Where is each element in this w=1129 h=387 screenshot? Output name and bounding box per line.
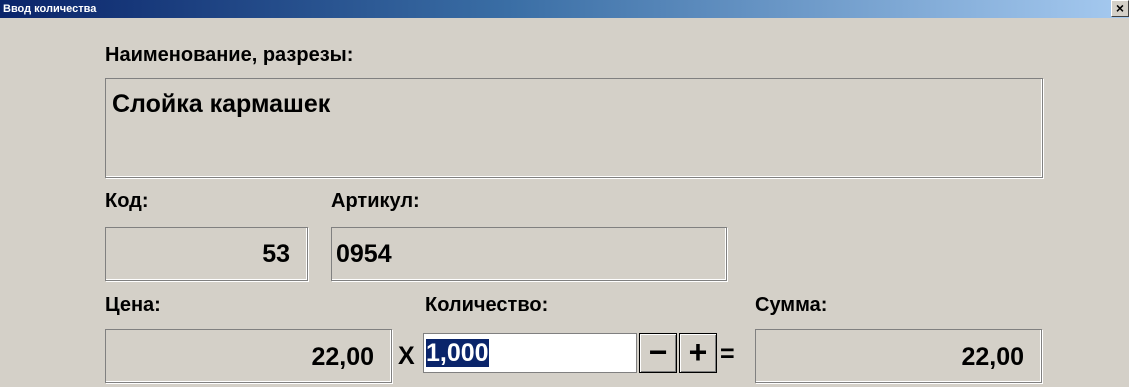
article-field: 0954 (331, 227, 727, 281)
sum-field: 22,00 (755, 329, 1042, 383)
name-label: Наименование, разрезы: (105, 44, 354, 66)
quantity-label: Количество: (425, 294, 549, 316)
window-title: Ввод количества (3, 3, 97, 15)
price-label: Цена: (105, 294, 161, 316)
name-field: Слойка кармашек (105, 78, 1043, 178)
multiply-sign: X (398, 342, 415, 370)
equals-sign: = (720, 340, 735, 368)
code-label: Код: (105, 190, 149, 212)
increment-button[interactable]: + (679, 333, 717, 373)
code-field: 53 (105, 227, 308, 281)
quantity-input[interactable]: 1,000 (423, 333, 637, 373)
title-bar: Ввод количества × (0, 0, 1129, 18)
sum-label: Сумма: (755, 294, 828, 316)
price-field: 22,00 (105, 329, 392, 383)
article-label: Артикул: (331, 190, 420, 212)
quantity-value: 1,000 (426, 339, 489, 367)
close-button[interactable]: × (1111, 0, 1129, 17)
decrement-button[interactable]: − (639, 333, 677, 373)
